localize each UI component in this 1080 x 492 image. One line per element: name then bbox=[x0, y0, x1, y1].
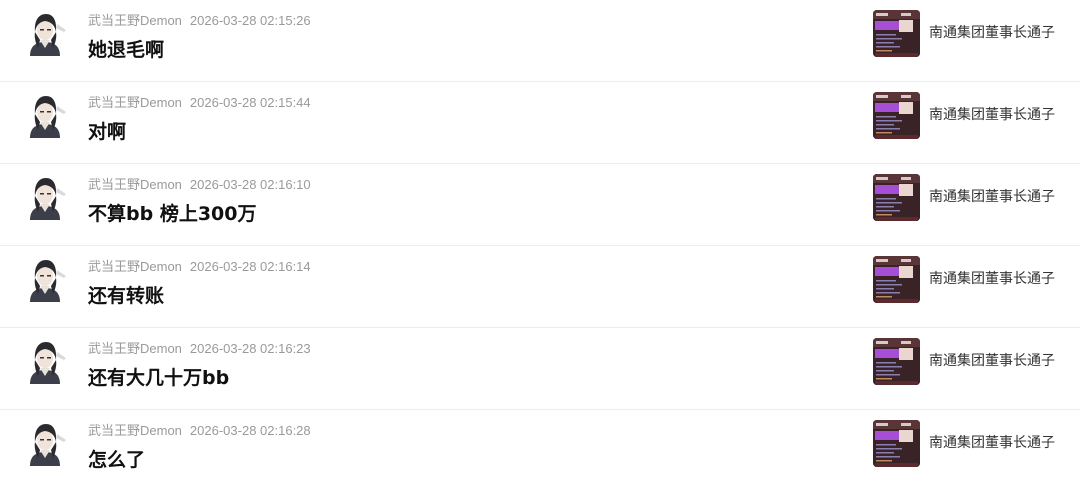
comment-meta: 武当王野Demon 2026-03-28 02:16:14 bbox=[88, 256, 311, 275]
comment-row[interactable]: 武当王野Demon 2026-03-28 02:16:14 还有转账 南通集团董事… bbox=[0, 246, 1080, 328]
target-user-name[interactable]: 南通集团董事长通子 bbox=[929, 186, 1055, 206]
video-thumbnail-icon[interactable] bbox=[873, 256, 920, 303]
comment-meta: 武当王野Demon 2026-03-28 02:16:28 bbox=[88, 420, 311, 439]
comment-row[interactable]: 武当王野Demon 2026-03-28 02:15:26 她退毛啊 南通集团董事… bbox=[0, 0, 1080, 82]
target-user-name[interactable]: 南通集团董事长通子 bbox=[929, 22, 1055, 42]
username[interactable]: 武当王野Demon bbox=[88, 13, 182, 28]
username[interactable]: 武当王野Demon bbox=[88, 95, 182, 110]
video-thumbnail-icon[interactable] bbox=[873, 174, 920, 221]
video-thumbnail-icon[interactable] bbox=[873, 338, 920, 385]
comment-row[interactable]: 武当王野Demon 2026-03-28 02:15:44 对啊 南通集团董事长通… bbox=[0, 82, 1080, 164]
target-user-name[interactable]: 南通集团董事长通子 bbox=[929, 104, 1055, 124]
comment-list: 武当王野Demon 2026-03-28 02:15:26 她退毛啊 南通集团董事… bbox=[0, 0, 1080, 492]
comment-row[interactable]: 武当王野Demon 2026-03-28 02:16:28 怎么了 南通集团董事长… bbox=[0, 410, 1080, 492]
comment-meta: 武当王野Demon 2026-03-28 02:15:44 bbox=[88, 92, 311, 111]
video-thumbnail-icon[interactable] bbox=[873, 420, 920, 467]
timestamp: 2026-03-28 02:16:28 bbox=[189, 423, 311, 438]
video-thumbnail-icon[interactable] bbox=[873, 10, 920, 57]
timestamp: 2026-03-28 02:16:23 bbox=[189, 341, 311, 356]
user-avatar-icon[interactable] bbox=[22, 338, 68, 384]
comment-text: 不算bb 榜上300万 bbox=[88, 203, 257, 225]
user-avatar-icon[interactable] bbox=[22, 256, 68, 302]
comment-text: 对啊 bbox=[88, 121, 127, 143]
user-avatar-icon[interactable] bbox=[22, 92, 68, 138]
target-user-name[interactable]: 南通集团董事长通子 bbox=[929, 432, 1055, 452]
timestamp: 2026-03-28 02:15:44 bbox=[189, 95, 311, 110]
comment-meta: 武当王野Demon 2026-03-28 02:16:10 bbox=[88, 174, 311, 193]
comment-text: 还有大几十万bb bbox=[88, 367, 230, 389]
target-user-name[interactable]: 南通集团董事长通子 bbox=[929, 350, 1055, 370]
username[interactable]: 武当王野Demon bbox=[88, 177, 182, 192]
comment-text: 她退毛啊 bbox=[88, 39, 165, 61]
comment-meta: 武当王野Demon 2026-03-28 02:16:23 bbox=[88, 338, 311, 357]
timestamp: 2026-03-28 02:15:26 bbox=[189, 13, 311, 28]
username[interactable]: 武当王野Demon bbox=[88, 259, 182, 274]
user-avatar-icon[interactable] bbox=[22, 420, 68, 466]
timestamp: 2026-03-28 02:16:10 bbox=[189, 177, 311, 192]
comment-text: 怎么了 bbox=[88, 449, 146, 471]
comment-text: 还有转账 bbox=[88, 285, 165, 307]
username[interactable]: 武当王野Demon bbox=[88, 341, 182, 356]
timestamp: 2026-03-28 02:16:14 bbox=[189, 259, 311, 274]
target-user-name[interactable]: 南通集团董事长通子 bbox=[929, 268, 1055, 288]
user-avatar-icon[interactable] bbox=[22, 174, 68, 220]
comment-row[interactable]: 武当王野Demon 2026-03-28 02:16:23 还有大几十万bb 南通… bbox=[0, 328, 1080, 410]
username[interactable]: 武当王野Demon bbox=[88, 423, 182, 438]
user-avatar-icon[interactable] bbox=[22, 10, 68, 56]
comment-meta: 武当王野Demon 2026-03-28 02:15:26 bbox=[88, 10, 311, 29]
video-thumbnail-icon[interactable] bbox=[873, 92, 920, 139]
comment-row[interactable]: 武当王野Demon 2026-03-28 02:16:10 不算bb 榜上300万… bbox=[0, 164, 1080, 246]
